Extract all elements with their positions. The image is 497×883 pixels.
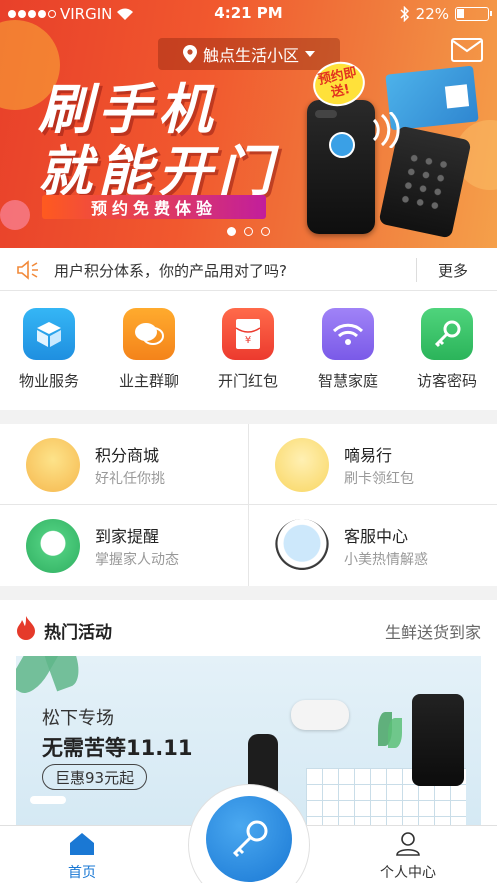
banner-pager: [0, 227, 497, 236]
notice-more-link[interactable]: 更多: [438, 260, 468, 281]
feature-subtitle: 刷卡领红包: [344, 471, 414, 487]
service-label: 智慧家庭: [317, 372, 378, 390]
feature-points-mall[interactable]: 积分商城 好礼任你挑: [0, 424, 248, 504]
status-right: 22%: [400, 5, 492, 23]
section-title: 热门活动: [44, 623, 112, 643]
tab-profile[interactable]: 个人中心: [380, 832, 436, 882]
tab-label: 首页: [68, 865, 96, 881]
feature-title: 到家提醒: [95, 527, 160, 546]
banner-subtitle: 预约免费体验: [42, 195, 266, 219]
phone-image: [307, 100, 375, 234]
service-red-envelope[interactable]: ¥ 开门红包: [208, 308, 288, 391]
mail-icon[interactable]: [451, 38, 483, 62]
feature-diyixing[interactable]: 嘀易行 刷卡领红包: [249, 424, 497, 504]
service-smart-home[interactable]: 智慧家庭: [308, 308, 388, 391]
red-envelope-icon: ¥: [222, 308, 274, 360]
location-name: 触点生活小区: [202, 46, 299, 65]
service-property[interactable]: 物业服务: [9, 308, 89, 391]
service-label: 访客密码: [416, 372, 477, 390]
promo-line2: 无需苦等11.11: [42, 736, 193, 760]
wifi-icon: [322, 308, 374, 360]
feature-title: 嘀易行: [344, 446, 393, 465]
app-logo-icon: [329, 132, 355, 158]
banner-headline: 刷手机 就能开门: [38, 78, 278, 202]
service-label: 业主群聊: [118, 372, 179, 390]
feature-home-reminder[interactable]: 到家提醒 掌握家人动态: [0, 505, 248, 585]
feature-title: 积分商城: [95, 446, 160, 465]
keypad-image: [396, 149, 454, 217]
battery-percent: 22%: [415, 5, 449, 23]
card-reader-icon: [275, 438, 329, 492]
headset-icon: [275, 519, 329, 573]
key-icon: [232, 820, 268, 858]
pager-dot[interactable]: [261, 227, 270, 236]
electric-shaver-image: [412, 694, 464, 786]
feature-customer-service[interactable]: 客服中心 小美热情解惑: [249, 505, 497, 585]
user-icon: [396, 832, 420, 856]
nfc-waves-icon: [372, 112, 400, 148]
fresh-delivery-link[interactable]: 生鲜送货到家: [385, 619, 481, 643]
chat-icon: [123, 308, 175, 360]
service-label: 物业服务: [18, 372, 79, 390]
service-chat[interactable]: 业主群聊: [109, 308, 189, 391]
promo-badge: 巨惠93元起: [42, 764, 148, 790]
headline-line1: 刷手机: [38, 77, 218, 141]
box-icon: [23, 308, 75, 360]
location-selector[interactable]: 触点生活小区: [158, 38, 340, 70]
notice-text[interactable]: 用户积分体系，你的产品用对了吗?: [54, 260, 287, 281]
feature-subtitle: 好礼任你挑: [95, 471, 165, 487]
camera-icon: [315, 110, 337, 118]
key-icon: [421, 308, 473, 360]
feature-grid: 积分商城 好礼任你挑 嘀易行 刷卡领红包 到家提醒 掌握家人动态 客服中心 小美…: [0, 424, 497, 586]
service-visitor-password[interactable]: 访客密码: [407, 308, 487, 391]
home-icon: [70, 833, 94, 855]
pager-dot[interactable]: [227, 227, 236, 236]
map-pin-icon: [182, 45, 197, 63]
plant-image: [378, 712, 402, 762]
speaker-icon: [17, 260, 38, 280]
tab-home[interactable]: 首页: [68, 832, 96, 882]
bluetooth-icon: [400, 6, 409, 22]
qr-code-icon: [444, 84, 470, 109]
divider: [416, 258, 417, 282]
alarm-clock-icon: [26, 519, 80, 573]
feature-subtitle: 掌握家人动态: [95, 552, 179, 568]
promo-line1: 松下专场: [42, 708, 114, 729]
service-label: 开门红包: [217, 372, 278, 390]
headline-line2: 就能开门: [38, 139, 278, 203]
feature-title: 客服中心: [344, 527, 409, 546]
decor-blob: [0, 200, 30, 230]
caret-down-icon: [305, 51, 315, 57]
status-bar: VIRGIN 4:21 PM 22%: [0, 0, 497, 28]
gift-basket-icon: [26, 438, 80, 492]
hair-dryer-image: [291, 700, 349, 730]
fire-icon: [17, 616, 35, 640]
banner-indicator: [30, 796, 66, 804]
battery-icon: [455, 7, 492, 21]
pager-dot[interactable]: [244, 227, 253, 236]
promo-banner[interactable]: VIRGIN 4:21 PM 22% 触点生活小区 刷手机 就能开门 预约免费体…: [0, 0, 497, 248]
service-grid: 物业服务 业主群聊 ¥ 开门红包 智慧家庭 访客密码: [0, 291, 497, 410]
unlock-door-button[interactable]: [206, 796, 292, 882]
feature-subtitle: 小美热情解惑: [344, 552, 428, 568]
app-screen: VIRGIN 4:21 PM 22% 触点生活小区 刷手机 就能开门 预约免费体…: [0, 0, 497, 883]
svg-text:¥: ¥: [245, 335, 251, 346]
tab-label: 个人中心: [380, 865, 436, 881]
notice-bar[interactable]: 用户积分体系，你的产品用对了吗? 更多: [0, 248, 497, 291]
